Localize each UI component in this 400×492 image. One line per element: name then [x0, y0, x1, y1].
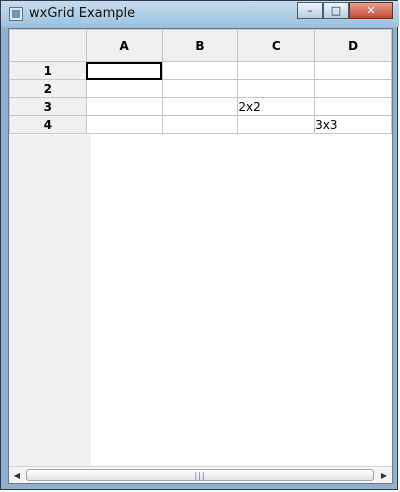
grid-area: A B C D 1 2 3 2x2 4 3x3 ◀ ||| ▶: [8, 28, 393, 484]
title-bar[interactable]: wxGrid Example – □ ✕: [1, 1, 399, 27]
column-header-row: A B C D: [9, 29, 392, 62]
minimize-button[interactable]: –: [297, 2, 323, 19]
app-icon: [9, 7, 23, 21]
table-row: 2: [9, 79, 392, 98]
table-row: 1: [9, 61, 392, 80]
cell-a3[interactable]: [85, 97, 163, 116]
maximize-button[interactable]: □: [323, 2, 349, 19]
cell-b1[interactable]: [161, 61, 239, 80]
row-header-4[interactable]: 4: [9, 115, 87, 134]
cell-d1[interactable]: [314, 61, 392, 80]
cell-b4[interactable]: [161, 115, 239, 134]
row-header-1[interactable]: 1: [9, 61, 87, 80]
grid-corner[interactable]: [9, 29, 87, 62]
scroll-left-icon[interactable]: ◀: [9, 467, 25, 483]
window-title: wxGrid Example: [29, 6, 136, 21]
cell-c2[interactable]: [237, 79, 316, 98]
app-window: wxGrid Example – □ ✕ A B C D 1 2 3 2x2 4…: [0, 0, 399, 490]
row-header-2[interactable]: 2: [9, 79, 87, 98]
table-row: 3 2x2: [9, 97, 392, 116]
close-button[interactable]: ✕: [349, 2, 393, 19]
column-header-d[interactable]: D: [314, 29, 392, 62]
column-header-c[interactable]: C: [237, 29, 316, 62]
table-row: 4 3x3: [9, 115, 392, 134]
scroll-right-icon[interactable]: ▶: [376, 467, 392, 483]
cell-c1[interactable]: [237, 61, 316, 80]
cell-d4[interactable]: 3x3: [314, 115, 392, 134]
window-controls: – □ ✕: [297, 2, 393, 20]
scroll-thumb[interactable]: |||: [26, 469, 374, 481]
cell-d2[interactable]: [314, 79, 392, 98]
column-header-b[interactable]: B: [161, 29, 239, 62]
cell-a1[interactable]: [85, 61, 163, 80]
row-label-area: [9, 135, 91, 467]
cell-d3[interactable]: [314, 97, 392, 116]
cell-c3[interactable]: 2x2: [237, 97, 316, 116]
horizontal-scrollbar[interactable]: ◀ ||| ▶: [9, 466, 392, 483]
cell-c4[interactable]: [237, 115, 316, 134]
data-grid: A B C D 1 2 3 2x2 4 3x3: [9, 29, 392, 134]
row-header-3[interactable]: 3: [9, 97, 87, 116]
cell-a4[interactable]: [85, 115, 163, 134]
column-header-a[interactable]: A: [85, 29, 163, 62]
cell-a2[interactable]: [85, 79, 163, 98]
cell-b3[interactable]: [161, 97, 239, 116]
cell-b2[interactable]: [161, 79, 239, 98]
